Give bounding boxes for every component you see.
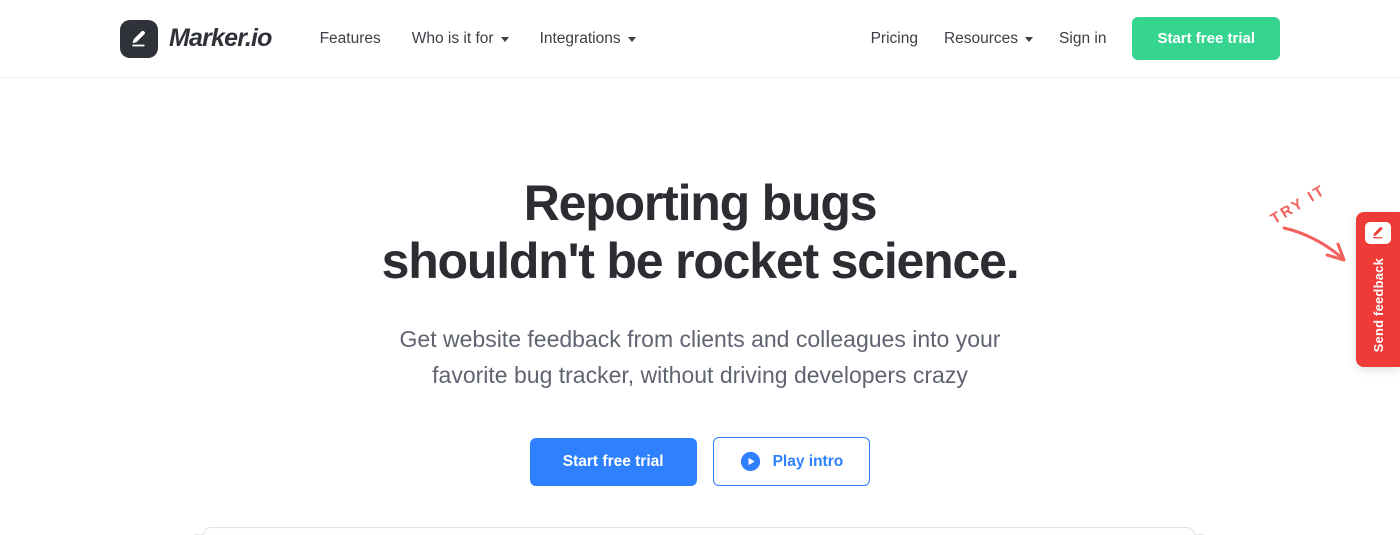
page-title-line-1: Reporting bugs: [523, 175, 878, 231]
page-subtitle-line-2: favorite bug tracker, without driving de…: [432, 361, 968, 388]
hero-actions: Start free trial Play intro: [0, 437, 1400, 487]
chevron-down-icon: [500, 37, 509, 42]
page-subtitle-line-1: Get website feedback from clients and co…: [399, 326, 1001, 352]
primary-nav: Features Who is it for Integrations: [320, 30, 636, 48]
nav-item-sign-in[interactable]: Sign in: [1059, 30, 1106, 48]
marker-pen-icon: [1365, 222, 1391, 244]
page-title-line-2: shouldn't be rocket science.: [381, 233, 1020, 289]
product-screenshot-card: [188, 527, 1210, 535]
chevron-down-icon: [627, 37, 636, 42]
send-feedback-widget[interactable]: Send feedback: [1356, 212, 1400, 367]
play-intro-button[interactable]: Play intro: [712, 437, 871, 487]
nav-item-features[interactable]: Features: [320, 30, 381, 48]
nav-label: Resources: [943, 29, 1019, 47]
site-header: Marker.io Features Who is it for Integra…: [0, 0, 1400, 78]
hero-start-free-trial-button[interactable]: Start free trial: [529, 437, 697, 486]
nav-label: Who is it for: [411, 29, 494, 47]
nav-label: Integrations: [539, 29, 621, 47]
send-feedback-label: Send feedback: [1370, 258, 1386, 353]
secondary-nav: Pricing Resources Sign in Start free tri…: [871, 17, 1280, 60]
marker-pen-icon: [120, 19, 158, 58]
nav-item-pricing[interactable]: Pricing: [871, 30, 918, 48]
nav-item-who-is-it-for[interactable]: Who is it for: [412, 30, 509, 48]
nav-label: Pricing: [870, 29, 918, 47]
nav-item-integrations[interactable]: Integrations: [540, 30, 636, 48]
brand-logo[interactable]: Marker.io: [120, 19, 272, 58]
play-intro-label: Play intro: [772, 452, 844, 470]
chevron-down-icon: [1025, 37, 1034, 42]
nav-label: Features: [319, 29, 381, 47]
nav-label: Sign in: [1059, 29, 1107, 47]
header-start-free-trial-button[interactable]: Start free trial: [1132, 17, 1280, 60]
page-subtitle: Get website feedback from clients and co…: [0, 322, 1400, 393]
brand-name: Marker.io: [169, 24, 272, 52]
page-title: Reporting bugs shouldn't be rocket scien…: [0, 174, 1400, 290]
play-circle-icon: [740, 451, 761, 472]
nav-item-resources[interactable]: Resources: [943, 29, 1034, 48]
hero-section: Reporting bugs shouldn't be rocket scien…: [0, 78, 1400, 487]
